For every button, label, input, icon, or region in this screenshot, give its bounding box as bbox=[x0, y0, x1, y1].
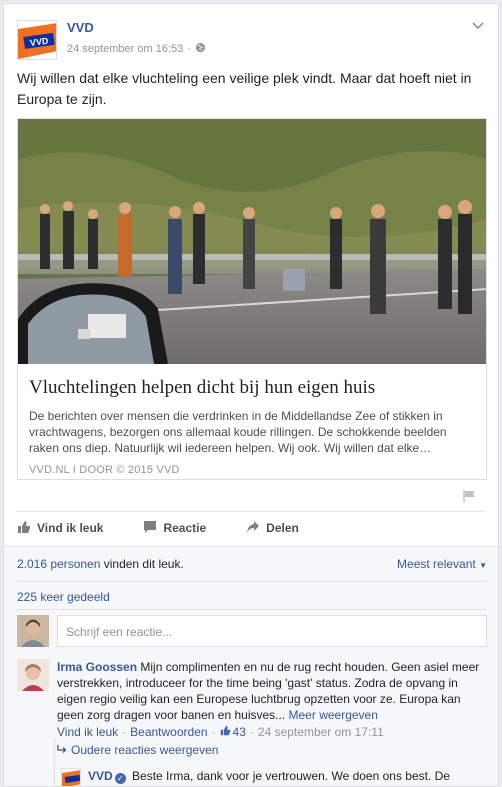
shares-divider bbox=[17, 609, 487, 610]
reply-item: VVD ✓ Beste Irma, dank voor je vertrouwen… bbox=[61, 768, 487, 786]
like-label: Vind ik leuk bbox=[37, 521, 104, 535]
chevron-down-icon[interactable] bbox=[472, 19, 484, 33]
older-replies-label: Oudere reacties weergeven bbox=[71, 743, 219, 757]
reply-thread-line bbox=[54, 737, 55, 786]
sort-label: Meest relevant bbox=[397, 557, 476, 571]
caret-down-icon: ▼ bbox=[479, 561, 487, 570]
comment-icon bbox=[143, 520, 157, 537]
share-arrow-icon bbox=[246, 520, 260, 537]
likes-suffix: vinden dit leuk. bbox=[100, 557, 184, 571]
comments-section: 2.016 personen vinden dit leuk. Meest re… bbox=[4, 546, 498, 786]
post-actions: Vind ik leuk Reactie Delen bbox=[17, 517, 485, 539]
reply-author[interactable]: VVD bbox=[88, 769, 113, 783]
link-body[interactable]: Vluchtelingen helpen dicht bij hun eigen… bbox=[18, 364, 486, 479]
reply-text: Beste Irma, dank voor je vertrouwen. We … bbox=[88, 769, 450, 786]
link-image[interactable] bbox=[18, 119, 486, 364]
post-card: VVD VVD 24 september om 16:53 · Wij will… bbox=[3, 3, 499, 787]
comment-reply-link[interactable]: Beantwoorden bbox=[130, 724, 207, 740]
vvd-reply-avatar[interactable] bbox=[61, 768, 81, 786]
share-button[interactable]: Delen bbox=[246, 517, 299, 539]
globe-icon bbox=[195, 42, 206, 56]
comment-composer: Schrijf een reactie... bbox=[17, 615, 487, 647]
comment-time[interactable]: 24 september om 17:11 bbox=[258, 724, 384, 740]
actions-divider bbox=[17, 511, 485, 512]
reply-arrow-icon bbox=[57, 743, 67, 757]
link-description: De berichten over mensen die verdrinken … bbox=[29, 409, 447, 455]
thumbs-up-icon bbox=[220, 724, 231, 740]
comment-button[interactable]: Reactie bbox=[143, 517, 206, 539]
current-user-avatar[interactable] bbox=[17, 615, 49, 647]
sort-dropdown[interactable]: Meest relevant ▼ bbox=[397, 557, 487, 571]
commenter-name[interactable]: Irma Goossen bbox=[57, 660, 137, 674]
view-older-replies[interactable]: Oudere reacties weergeven bbox=[57, 743, 218, 757]
flag-icon[interactable] bbox=[462, 489, 478, 503]
post-meta: 24 september om 16:53 · bbox=[67, 42, 206, 56]
commenter-avatar[interactable] bbox=[17, 659, 49, 691]
see-more-link[interactable]: Meer weergeven bbox=[289, 708, 378, 722]
thumbs-up-icon bbox=[17, 520, 31, 537]
post-header: VVD VVD 24 september om 16:53 · bbox=[17, 17, 488, 63]
like-button[interactable]: Vind ik leuk bbox=[17, 517, 103, 539]
likes-divider bbox=[17, 581, 487, 582]
likes-count[interactable]: 2.016 personen bbox=[17, 557, 100, 571]
meta-dot: · bbox=[122, 725, 127, 739]
meta-dot: · bbox=[249, 725, 254, 739]
link-title[interactable]: Vluchtelingen helpen dicht bij hun eigen… bbox=[29, 376, 477, 400]
link-preview[interactable]: Vluchtelingen helpen dicht bij hun eigen… bbox=[17, 118, 487, 480]
comment-input[interactable]: Schrijf een reactie... bbox=[57, 615, 487, 647]
meta-dot: · bbox=[211, 725, 216, 739]
likes-summary: 2.016 personen vinden dit leuk. Meest re… bbox=[17, 557, 487, 571]
comment-meta: Vind ik leuk · Beantwoorden · 43 · 24 se… bbox=[57, 724, 487, 740]
comment-like-link[interactable]: Vind ik leuk bbox=[57, 724, 118, 740]
comment-like-count[interactable]: 43 bbox=[220, 724, 246, 740]
shares-count[interactable]: 225 keer gedeeld bbox=[17, 590, 110, 604]
post-text: Wij willen dat elke vluchteling een veil… bbox=[17, 70, 472, 107]
link-source: VVD.NL I DOOR © 2015 VVD bbox=[29, 464, 180, 476]
meta-separator: · bbox=[187, 43, 191, 55]
reply-body: VVD ✓ Beste Irma, dank voor je vertrouwen… bbox=[88, 768, 487, 786]
verified-badge-icon: ✓ bbox=[114, 773, 126, 784]
page-name[interactable]: VVD bbox=[67, 20, 94, 35]
comment-label: Reactie bbox=[163, 521, 207, 535]
comment-body: Irma Goossen Mijn complimenten en nu de … bbox=[57, 659, 487, 740]
vvd-logo[interactable]: VVD bbox=[17, 20, 57, 60]
post-date[interactable]: 24 september om 16:53 bbox=[67, 43, 183, 55]
comment-item: Irma Goossen Mijn complimenten en nu de … bbox=[17, 659, 487, 740]
like-count-value: 43 bbox=[232, 725, 246, 739]
share-label: Delen bbox=[266, 521, 299, 535]
